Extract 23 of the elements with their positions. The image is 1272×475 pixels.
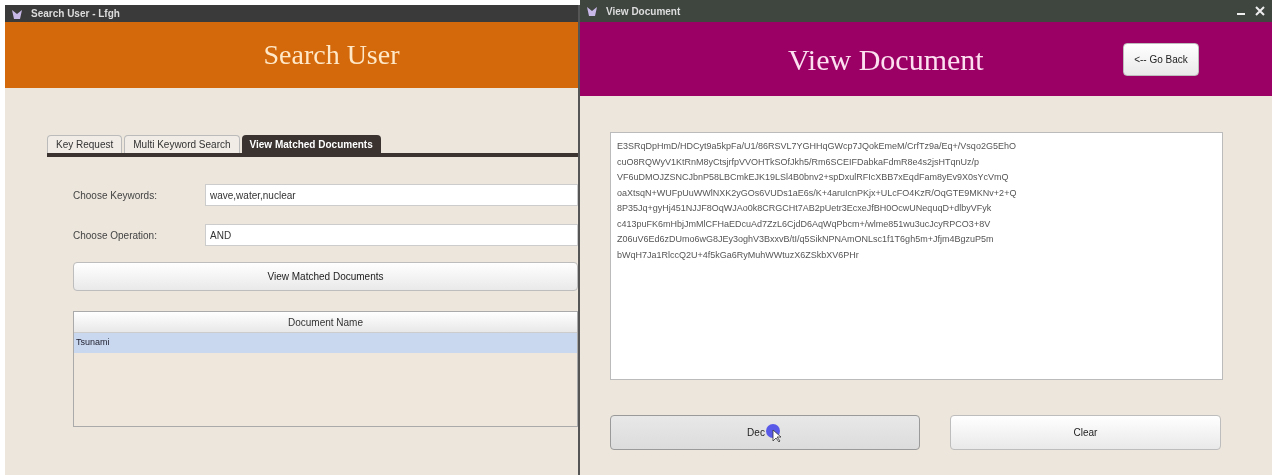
app-icon: [586, 5, 598, 17]
text-field[interactable]: AND: [205, 224, 578, 246]
go-back-button[interactable]: <-- Go Back: [1123, 42, 1199, 76]
close-icon[interactable]: [1254, 5, 1266, 17]
table-cell-text: Tsunami: [75, 336, 111, 350]
header-title: Search User: [263, 38, 400, 72]
view-matched-button[interactable]: View Matched Documents: [73, 262, 578, 291]
column-header: Document Name: [74, 312, 577, 333]
mouse-cursor-icon: [764, 422, 783, 443]
tab[interactable]: Multi Keyword Search: [124, 135, 240, 153]
text-field[interactable]: wave,water,nuclear: [205, 184, 578, 206]
app-icon: [11, 7, 23, 20]
table-row[interactable]: Tsunami: [74, 333, 577, 353]
window-title: Search User - Lfgh: [31, 7, 120, 21]
field-label: Choose Keywords:: [73, 188, 158, 203]
header-title: View Document: [788, 41, 984, 78]
field-label: Choose Operation:: [73, 228, 158, 243]
tab[interactable]: Key Request: [47, 135, 123, 153]
window-title: View Document: [606, 4, 682, 19]
decrypt-button[interactable]: Dec: [610, 415, 920, 450]
tab[interactable]: View Matched Documents: [241, 135, 381, 153]
document-text-area[interactable]: E3SRqDpHmD/HDCyt9a5kpFa/U1/86RSVL7YGHHqGWcp7JQokEmeM/CrfTz9a/Eq+/Vsqo2G5EhO cuO8RQWyV1KtRnM8yCtsjrfpVVOHTkSOfJkh5/Rm6SCEIFDabkaFdmR8e4s2jsHTqnUz/p VF6uDMOJZSNCJbnP58LBCmkEJK19LSl4B0bnv2+spDxulRFIcXBB7xEqdFam8yEv9X0sYcVmQ oaXtsqN+WUFpUuWWlNXK2yGOs6VUDs1aE6s/K+4aruIcnPKjx+ULcFO4KzR/OqGTE9MKNv+2+Q 8P35Jq+gyHj451NJJF8OqWJAo0k8CRGCHt7AB2pUetr3EcxeJfBH0OcwUNequqD+dlbyVFyk c413puFK6mHbjJmMlCFHaEDcuAd7ZzL6CjdD6AqWqPbcm+/wlme851wu3ucJcyRPCO3+8V Z06uV6Ed6zDUmo6wG8JEy3oghV3BxxvB/tI/q5SikNPNAmONLsc1f1T6gh5m+Jfjm4BgzuP5m bWqH7Ja1RlccQ2U+4f5kGa6RyMuhWWtuzX6ZSkbXV6PHr: [610, 132, 1223, 380]
clear-button[interactable]: Clear: [950, 415, 1221, 450]
